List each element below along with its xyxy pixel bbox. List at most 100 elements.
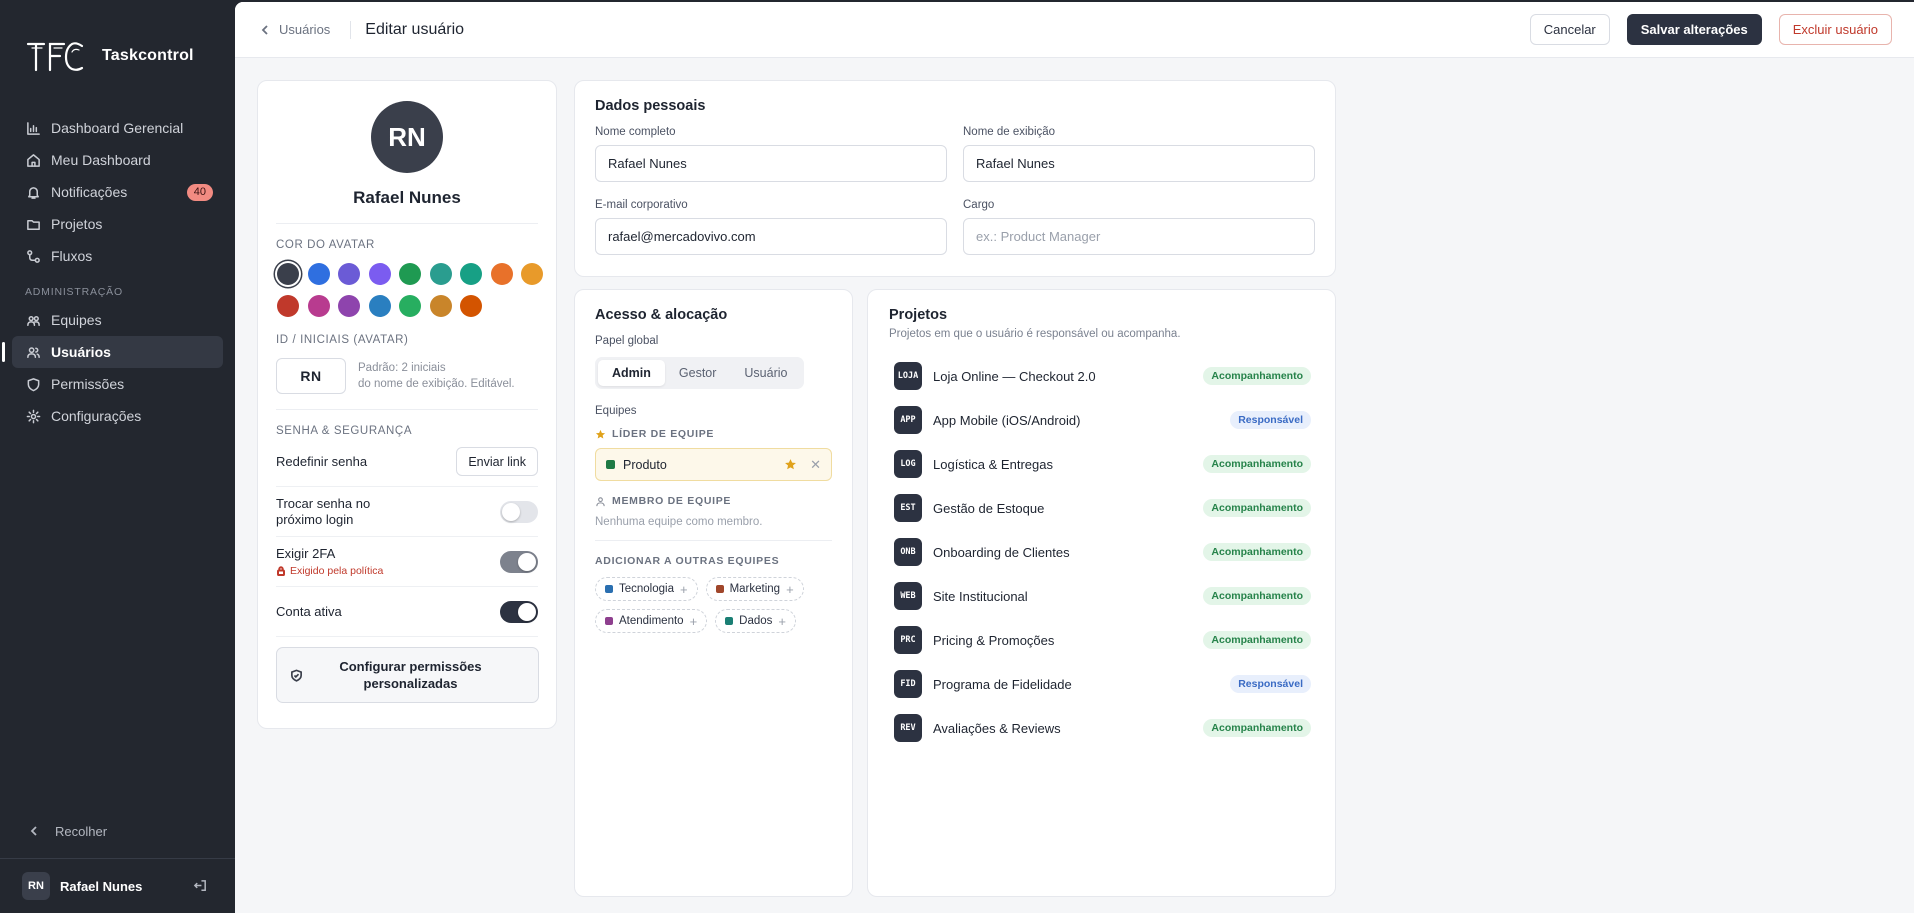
chevron-left-icon xyxy=(30,826,37,836)
sidebar-item-equipes[interactable]: Equipes xyxy=(12,304,223,336)
project-item[interactable]: LOJA Loja Online — Checkout 2.0 Acompanham… xyxy=(889,354,1314,398)
leader-team-item: Produto ✕ xyxy=(595,448,832,481)
collapse-sidebar-button[interactable]: Recolher xyxy=(0,817,107,845)
change-password-label: Trocar senha no próximo login xyxy=(276,496,370,528)
project-status-badge: Acompanhamento xyxy=(1203,367,1311,385)
breadcrumb[interactable]: Usuários xyxy=(259,22,330,37)
global-role-selector: Admin Gestor Usuário xyxy=(595,357,805,389)
project-item[interactable]: EST Gestão de Estoque Acompanhamento xyxy=(889,486,1314,530)
reset-password-row: Redefinir senha Enviar link xyxy=(276,437,538,487)
current-user-name: Rafael Nunes xyxy=(60,878,143,894)
remove-team-icon[interactable]: ✕ xyxy=(810,457,821,473)
avatar-color-swatch[interactable] xyxy=(277,295,299,317)
avatar-color-swatch[interactable] xyxy=(490,263,513,285)
flow-icon xyxy=(25,248,41,264)
project-item[interactable]: REV Avaliações & Reviews Acompanhamento xyxy=(889,706,1314,750)
main-content: Usuários Editar usuário Cancelar Salvar … xyxy=(235,2,1914,913)
avatar-color-swatch[interactable] xyxy=(429,295,452,317)
initials-input[interactable]: RN xyxy=(276,358,346,394)
add-team-chip[interactable]: Atendimento + xyxy=(595,609,708,633)
team-name: Marketing xyxy=(729,583,781,595)
avatar-color-swatch[interactable] xyxy=(368,295,391,317)
sidebar-item-meu-dashboard[interactable]: Meu Dashboard xyxy=(12,144,223,176)
email-field[interactable] xyxy=(595,218,947,255)
job-title-field[interactable] xyxy=(963,218,1315,255)
team-color-dot xyxy=(715,585,724,593)
sidebar-item-label: Meu Dashboard xyxy=(51,152,151,168)
add-teams-chips: Tecnologia + Marketing + Atendimento + Dados + xyxy=(595,577,835,633)
initials-label: ID / INICIAIS (AVATAR) xyxy=(276,334,409,346)
require-2fa-label: Exigir 2FA xyxy=(276,546,336,561)
divider xyxy=(350,20,352,39)
project-item[interactable]: PRC Pricing & Promoções Acompanhamento xyxy=(889,618,1314,662)
sidebar-item-permissoes[interactable]: Permissões xyxy=(12,368,223,400)
project-code-badge: LOG xyxy=(894,450,922,478)
plus-icon: + xyxy=(679,581,688,597)
plus-icon: + xyxy=(689,613,698,629)
sidebar-item-usuarios[interactable]: Usuários xyxy=(2,336,223,368)
role-option-usuario[interactable]: Usuário xyxy=(730,360,801,386)
star-icon[interactable] xyxy=(784,458,797,471)
teams-label: Equipes xyxy=(595,405,637,417)
project-code-badge: LOJA xyxy=(894,362,922,390)
project-item[interactable]: FID Programa de Fidelidade Responsável xyxy=(889,662,1314,706)
add-team-chip[interactable]: Tecnologia + xyxy=(595,577,698,601)
project-status-badge: Acompanhamento xyxy=(1203,719,1311,737)
main-nav: Dashboard Gerencial Meu Dashboard Notifi… xyxy=(0,112,235,272)
role-option-admin[interactable]: Admin xyxy=(598,360,665,386)
folder-icon xyxy=(25,216,41,232)
sidebar-item-fluxos[interactable]: Fluxos xyxy=(12,240,223,272)
project-item[interactable]: LOG Logística & Entregas Acompanhamento xyxy=(889,442,1314,486)
sidebar-item-projetos[interactable]: Projetos xyxy=(12,208,223,240)
avatar-color-swatch[interactable] xyxy=(338,295,360,317)
avatar-color-swatch[interactable] xyxy=(460,295,482,317)
change-password-toggle[interactable] xyxy=(500,500,538,523)
avatar-color-swatch[interactable] xyxy=(307,263,330,285)
app-window: Taskcontrol Dashboard Gerencial Meu Dash… xyxy=(0,0,1914,913)
add-team-chip[interactable]: Dados + xyxy=(715,609,797,633)
avatar-color-swatch[interactable] xyxy=(429,263,452,285)
avatar[interactable]: RN xyxy=(22,872,50,900)
plus-icon: + xyxy=(778,613,787,629)
project-item[interactable]: APP App Mobile (iOS/Android) Responsável xyxy=(889,398,1314,442)
avatar-color-swatch[interactable] xyxy=(307,295,330,317)
avatar-color-swatch[interactable] xyxy=(521,263,543,285)
sidebar: Taskcontrol Dashboard Gerencial Meu Dash… xyxy=(0,0,235,913)
project-item[interactable]: WEB Site Institucional Acompanhamento xyxy=(889,574,1314,618)
home-icon xyxy=(25,152,41,168)
require-2fa-row: Exigir 2FA Exigido pela política xyxy=(276,537,538,587)
avatar-color-swatch[interactable] xyxy=(368,263,391,285)
sidebar-item-configuracoes[interactable]: Configurações xyxy=(12,400,223,432)
save-button[interactable]: Salvar alterações xyxy=(1626,14,1762,45)
current-user: RN Rafael Nunes xyxy=(0,858,235,913)
active-account-toggle[interactable] xyxy=(500,600,538,623)
delete-user-button[interactable]: Excluir usuário xyxy=(1778,14,1892,45)
avatar-color-swatch[interactable] xyxy=(338,263,360,285)
full-name-field[interactable] xyxy=(595,145,947,182)
custom-permissions-button[interactable]: Configurar permissões personalizadas xyxy=(276,647,539,703)
change-password-line: Trocar senha no xyxy=(276,495,371,511)
divider xyxy=(595,540,832,541)
avatar-color-swatch[interactable] xyxy=(399,295,421,317)
brand[interactable]: Taskcontrol xyxy=(0,0,235,112)
avatar-preview: RN xyxy=(371,101,443,173)
display-name-field[interactable] xyxy=(963,145,1315,182)
logout-icon[interactable] xyxy=(193,878,209,894)
sidebar-item-notificacoes[interactable]: Notificações 40 xyxy=(12,176,223,208)
star-icon xyxy=(595,429,606,439)
send-link-button[interactable]: Enviar link xyxy=(456,447,538,476)
cancel-button[interactable]: Cancelar xyxy=(1529,14,1610,45)
require-2fa-text: Exigir 2FA Exigido pela política xyxy=(276,546,383,577)
breadcrumb-users: Usuários xyxy=(279,22,331,37)
avatar-color-swatch[interactable] xyxy=(399,263,421,285)
custom-permissions-line: personalizadas xyxy=(363,676,458,691)
avatar-color-swatch[interactable] xyxy=(277,263,299,285)
role-option-gestor[interactable]: Gestor xyxy=(665,360,731,386)
avatar-color-swatch[interactable] xyxy=(460,263,482,285)
project-code-badge: REV xyxy=(894,714,922,742)
sidebar-item-dashboard-gerencial[interactable]: Dashboard Gerencial xyxy=(12,112,223,144)
add-team-chip[interactable]: Marketing + xyxy=(705,577,804,601)
reset-password-label: Redefinir senha xyxy=(276,453,368,469)
require-2fa-toggle[interactable] xyxy=(500,550,538,573)
project-item[interactable]: ONB Onboarding de Clientes Acompanhamento xyxy=(889,530,1314,574)
